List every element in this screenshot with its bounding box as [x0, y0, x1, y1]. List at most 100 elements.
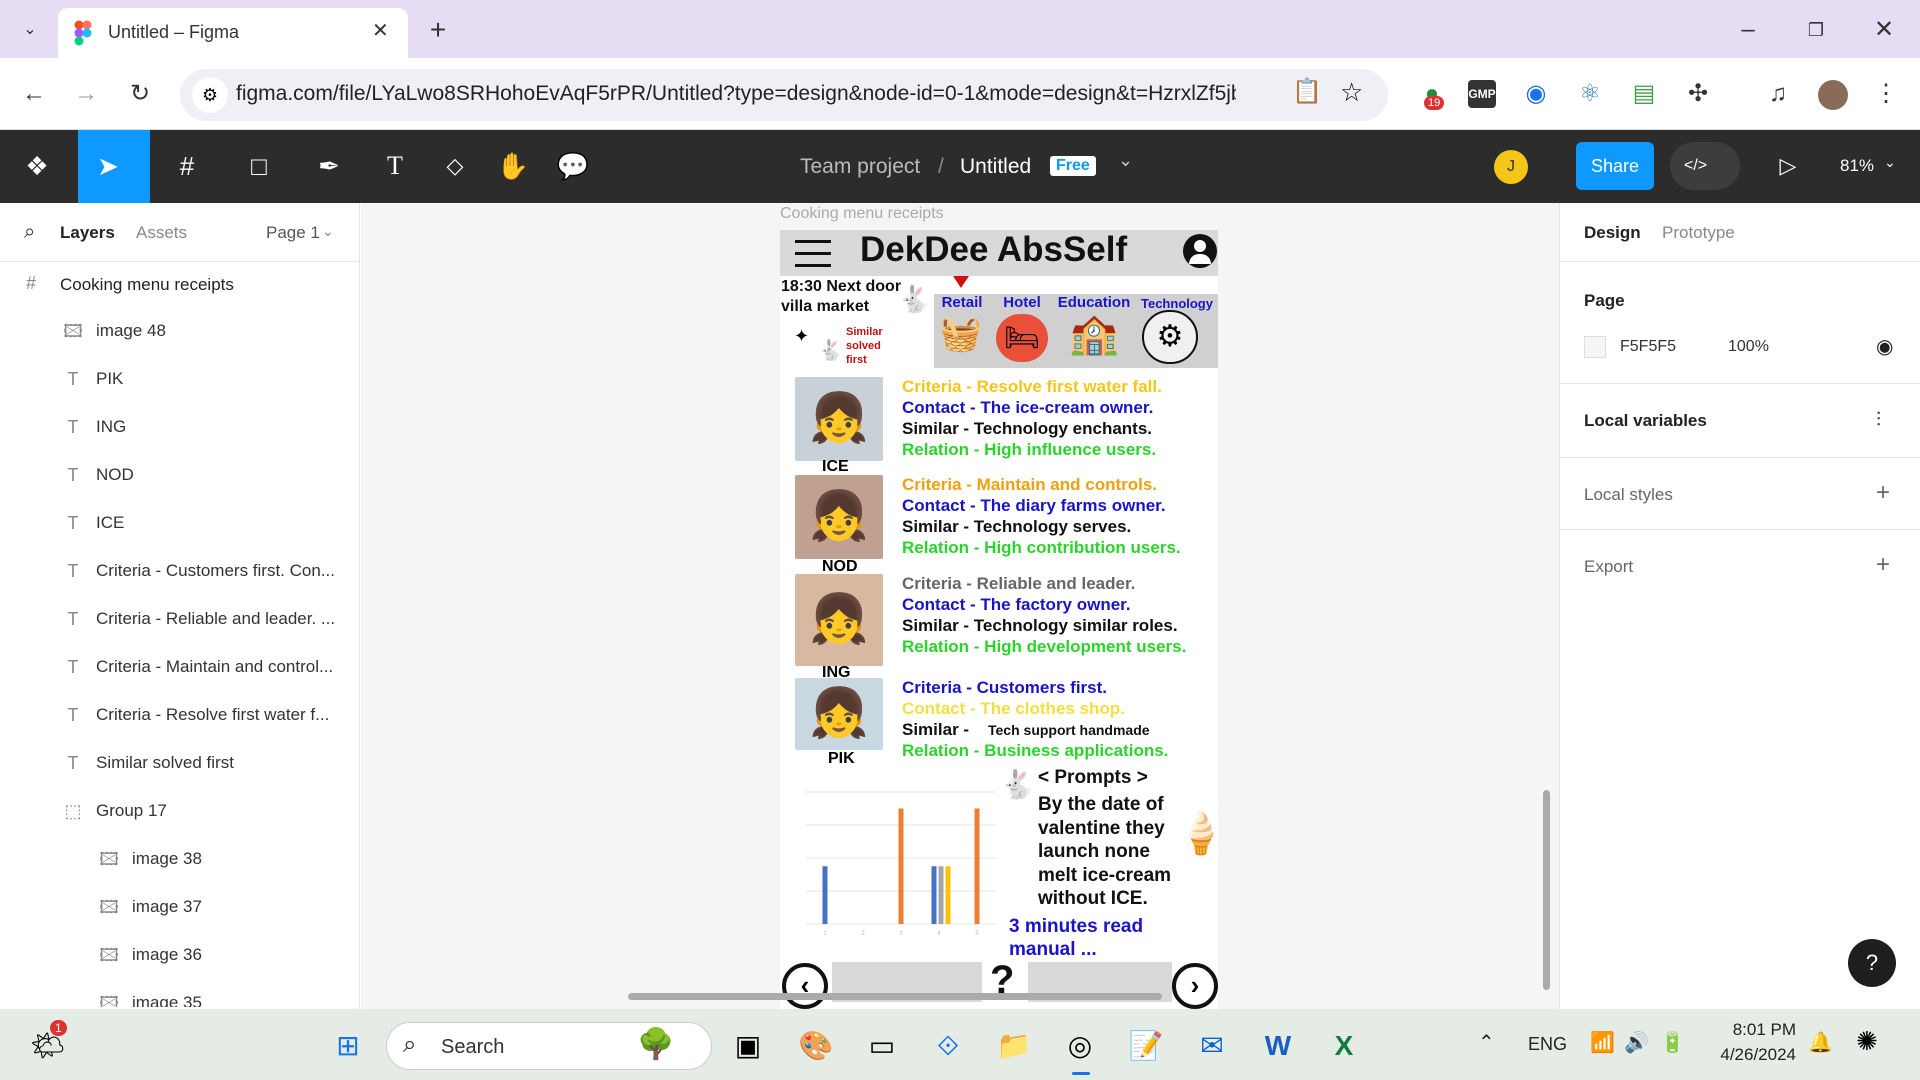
copilot-icon[interactable]: ✺: [1856, 1026, 1878, 1057]
close-window-icon[interactable]: ✕: [1866, 12, 1902, 48]
vertical-scrollbar[interactable]: [1543, 790, 1550, 990]
notepad-app-icon[interactable]: 📝: [1124, 1024, 1168, 1068]
browser-tab[interactable]: Untitled – Figma ✕: [58, 8, 408, 58]
close-tab-icon[interactable]: ✕: [372, 18, 389, 43]
breadcrumb-team[interactable]: Team project: [800, 155, 920, 179]
add-export-icon[interactable]: +: [1876, 551, 1890, 579]
file-name[interactable]: Untitled: [960, 155, 1031, 179]
category-education-label[interactable]: Education: [1054, 294, 1134, 311]
hand-tool-icon[interactable]: ✋: [490, 130, 536, 202]
camera-extension-icon[interactable]: ◉: [1518, 76, 1554, 112]
chrome-app-icon[interactable]: ◎: [1058, 1024, 1102, 1068]
share-button[interactable]: Share: [1576, 142, 1654, 190]
extensions-puzzle-icon[interactable]: ✣: [1680, 76, 1716, 112]
layer-row[interactable]: 🖾 image 37: [0, 883, 360, 931]
word-app-icon[interactable]: W: [1256, 1024, 1300, 1068]
hotel-bed-icon[interactable]: 🛏: [996, 314, 1048, 362]
tab-prototype[interactable]: Prototype: [1662, 223, 1735, 243]
layer-row[interactable]: T Criteria - Resolve first water f...: [0, 691, 360, 739]
school-icon[interactable]: 🏫: [1060, 310, 1128, 357]
layer-row[interactable]: 🖾 image 36: [0, 931, 360, 979]
tab-design[interactable]: Design: [1584, 223, 1641, 243]
move-tool-button[interactable]: ➤: [78, 130, 150, 203]
media-control-icon[interactable]: ♫: [1760, 76, 1796, 112]
browser-menu-icon[interactable]: ⋮: [1868, 76, 1904, 112]
sheet-extension-icon[interactable]: ▤: [1626, 76, 1662, 112]
search-icon[interactable]: ⌕: [24, 221, 35, 244]
tab-assets[interactable]: Assets: [136, 223, 187, 243]
file-menu-chevron-icon[interactable]: ⌄: [1118, 150, 1133, 171]
tab-search-chevron-icon[interactable]: ⌄: [12, 12, 48, 48]
task-view-icon[interactable]: ▣: [726, 1024, 770, 1068]
figma-main-menu-icon[interactable]: ❖: [14, 130, 60, 202]
frame-tool-icon[interactable]: #: [164, 130, 210, 202]
clipboard-icon[interactable]: 📋: [1292, 77, 1322, 106]
tray-chevron-icon[interactable]: ⌃: [1478, 1030, 1495, 1055]
minimize-icon[interactable]: –: [1730, 12, 1766, 48]
profile-avatar[interactable]: [1818, 80, 1848, 110]
dev-mode-toggle[interactable]: </>: [1670, 142, 1740, 190]
url-text[interactable]: figma.com/file/LYaLwo8SRHohoEvAqF5rPR/Un…: [236, 82, 1236, 106]
previous-arrow-icon[interactable]: ‹: [782, 963, 828, 1009]
layer-row[interactable]: 🖾 image 38: [0, 835, 360, 883]
start-windows-icon[interactable]: ⊞: [326, 1024, 370, 1068]
terminal-app-icon[interactable]: ▭: [860, 1024, 904, 1068]
zoom-level[interactable]: 81%: [1840, 156, 1874, 176]
back-icon[interactable]: ←: [16, 76, 52, 112]
address-bar[interactable]: ⚙ figma.com/file/LYaLwo8SRHohoEvAqF5rPR/…: [180, 69, 1388, 121]
site-info-icon[interactable]: ⚙: [192, 77, 228, 113]
present-play-icon[interactable]: ▷: [1768, 130, 1808, 202]
eye-visibility-icon[interactable]: ◉: [1876, 334, 1893, 359]
layer-row[interactable]: 🖾 image 48: [0, 307, 360, 355]
page-select-chevron-icon[interactable]: ⌄: [322, 223, 334, 240]
layer-row[interactable]: T NOD: [0, 451, 360, 499]
volume-icon[interactable]: 🔊: [1624, 1030, 1649, 1055]
comment-tool-icon[interactable]: 💬: [550, 130, 596, 202]
technology-gear-icon[interactable]: ⚙: [1142, 310, 1198, 364]
page-color-swatch[interactable]: [1584, 336, 1606, 358]
layer-row[interactable]: T ICE: [0, 499, 360, 547]
layer-row[interactable]: T Criteria - Maintain and control...: [0, 643, 360, 691]
hamburger-menu-icon[interactable]: [795, 238, 831, 267]
forward-icon[interactable]: →: [68, 76, 104, 112]
page-opacity-value[interactable]: 100%: [1728, 338, 1769, 356]
user-avatar[interactable]: J: [1494, 150, 1528, 184]
text-tool-icon[interactable]: T: [372, 130, 418, 202]
bookmark-star-icon[interactable]: ☆: [1340, 77, 1363, 108]
local-styles-label[interactable]: Local styles: [1584, 485, 1673, 505]
clock-date[interactable]: 4/26/2024: [1700, 1045, 1796, 1065]
layer-row[interactable]: T Similar solved first: [0, 739, 360, 787]
add-style-icon[interactable]: +: [1876, 479, 1890, 507]
notifications-icon[interactable]: 🔔: [1808, 1030, 1833, 1055]
category-retail-label[interactable]: Retail: [934, 294, 990, 311]
horizontal-scrollbar[interactable]: [628, 993, 1162, 1000]
page-color-value[interactable]: F5F5F5: [1620, 338, 1676, 356]
tab-layers[interactable]: Layers: [60, 223, 115, 243]
language-indicator[interactable]: ENG: [1528, 1034, 1567, 1055]
new-tab-icon[interactable]: +: [420, 12, 456, 48]
layer-row[interactable]: T PIK: [0, 355, 360, 403]
battery-icon[interactable]: 🔋: [1660, 1030, 1685, 1055]
local-variables-label[interactable]: Local variables: [1584, 411, 1707, 431]
paint-app-icon[interactable]: 🎨: [794, 1024, 838, 1068]
export-label[interactable]: Export: [1584, 557, 1633, 577]
category-hotel-label[interactable]: Hotel: [994, 294, 1050, 311]
layer-row[interactable]: T ING: [0, 403, 360, 451]
variables-settings-icon[interactable]: ⫶: [1876, 409, 1881, 432]
zoom-chevron-icon[interactable]: ⌄: [1884, 154, 1896, 171]
wifi-icon[interactable]: 📶: [1590, 1030, 1615, 1055]
taskbar-search-box[interactable]: ⌕ Search 🌳: [386, 1022, 712, 1070]
react-extension-icon[interactable]: ⚛: [1572, 76, 1608, 112]
layer-row[interactable]: T Criteria - Customers first. Con...: [0, 547, 360, 595]
pen-tool-icon[interactable]: ✒: [306, 130, 352, 202]
gmp-extension-icon[interactable]: GMP: [1468, 80, 1496, 108]
clock-time[interactable]: 8:01 PM: [1716, 1020, 1796, 1040]
frame-layer-name[interactable]: Cooking menu receipts: [60, 275, 234, 295]
next-arrow-icon[interactable]: ›: [1172, 963, 1218, 1009]
outlook-app-icon[interactable]: ✉: [1190, 1024, 1234, 1068]
page-select[interactable]: Page 1: [266, 223, 320, 243]
restore-icon[interactable]: ❐: [1798, 12, 1834, 48]
read-more-line-2[interactable]: manual ...: [1009, 939, 1097, 961]
reload-icon[interactable]: ↻: [122, 76, 158, 112]
frame-label[interactable]: Cooking menu receipts: [780, 205, 944, 223]
